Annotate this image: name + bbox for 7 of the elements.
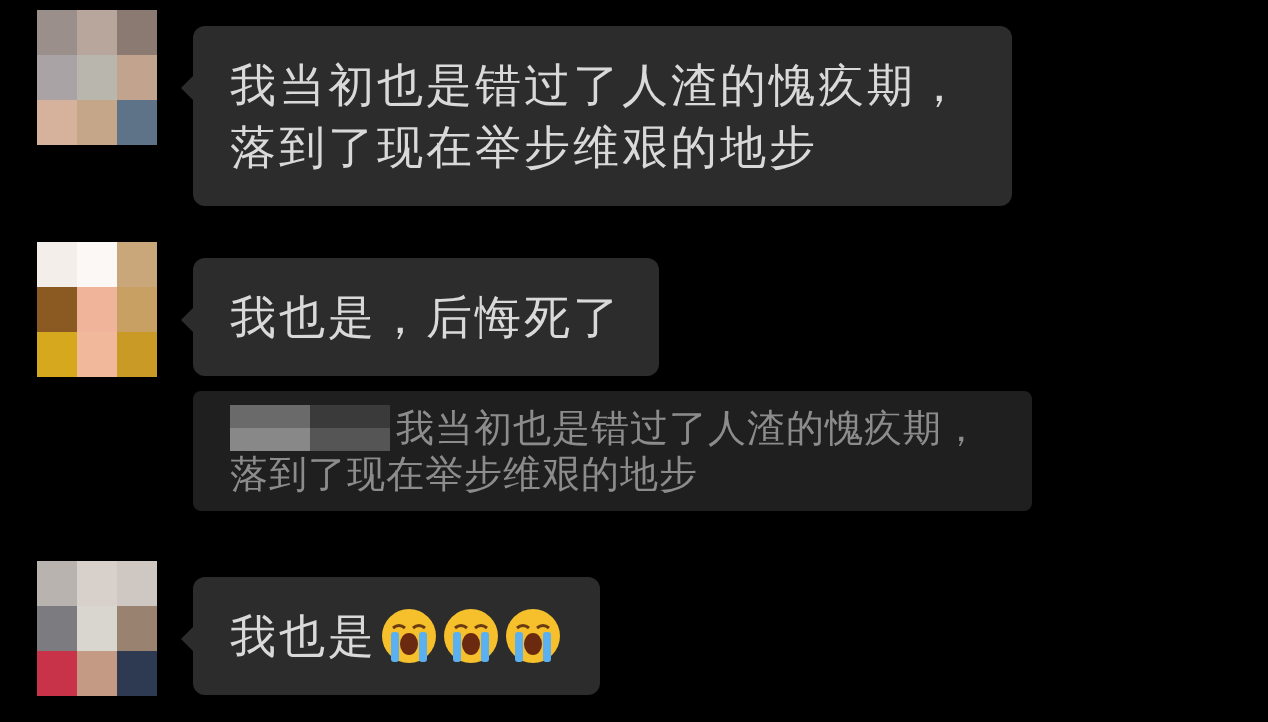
quoted-message[interactable]: 我当初也是错过了人渣的愧疚期，落到了现在举步维艰的地步 xyxy=(193,391,1032,511)
crying-face-icon xyxy=(441,606,501,666)
crying-face-icon xyxy=(379,606,439,666)
message-text: 我也是，后悔死了 xyxy=(230,289,622,346)
message-text: 我也是 xyxy=(230,608,377,665)
crying-face-icon xyxy=(503,606,563,666)
message-text: 我当初也是错过了人渣的愧疚期，落到了现在举步维艰的地步 xyxy=(230,57,966,176)
